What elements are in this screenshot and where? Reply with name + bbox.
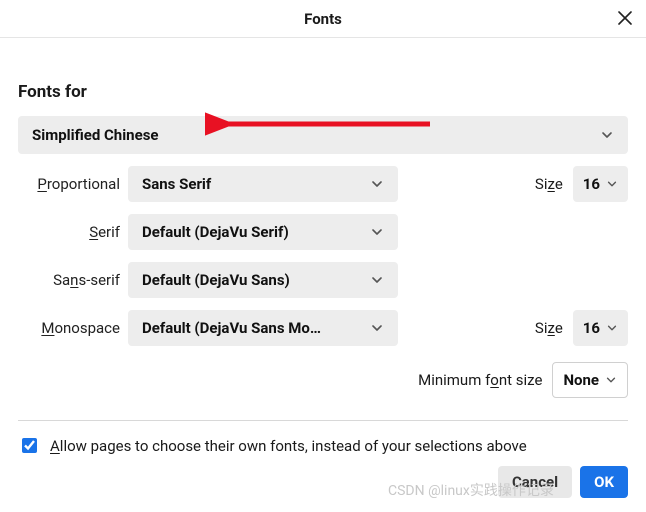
monospace-size-value: 16 <box>583 319 600 337</box>
serif-select[interactable]: Default (DejaVu Serif) <box>128 214 398 250</box>
section-title: Fonts for <box>18 82 628 102</box>
proportional-size-value: 16 <box>583 175 600 193</box>
proportional-size-select[interactable]: 16 <box>573 166 628 202</box>
chevron-down-icon <box>370 273 384 287</box>
sans-serif-label: Sans-serif <box>18 271 128 289</box>
chevron-down-icon <box>606 322 618 334</box>
allow-pages-checkbox[interactable] <box>22 438 37 453</box>
chevron-down-icon <box>370 321 384 335</box>
proportional-label: Proportional <box>18 175 128 193</box>
cancel-button[interactable]: Cancel <box>498 466 572 498</box>
fonts-for-value: Simplified Chinese <box>32 126 159 144</box>
sans-serif-value: Default (DejaVu Sans) <box>142 271 290 289</box>
size-label: Size <box>535 319 563 337</box>
close-icon <box>618 10 632 29</box>
allow-pages-checkbox-row[interactable]: Allow pages to choose their own fonts, i… <box>18 435 628 456</box>
fonts-for-select[interactable]: Simplified Chinese <box>18 116 628 154</box>
close-button[interactable] <box>614 8 636 30</box>
min-font-size-label: Minimum font size <box>418 371 542 389</box>
dialog-footer: Cancel OK <box>498 466 628 498</box>
dialog-header: Fonts <box>0 0 646 38</box>
divider <box>18 420 628 421</box>
size-label: Size <box>535 175 563 193</box>
serif-label: Serif <box>18 223 128 241</box>
chevron-down-icon <box>600 128 614 142</box>
monospace-value: Default (DejaVu Sans Mo… <box>142 319 321 337</box>
monospace-select[interactable]: Default (DejaVu Sans Mo… <box>128 310 398 346</box>
min-font-size-select[interactable]: None <box>552 362 628 398</box>
allow-pages-label: Allow pages to choose their own fonts, i… <box>50 437 527 455</box>
chevron-down-icon <box>606 178 618 190</box>
proportional-value: Sans Serif <box>142 175 211 193</box>
sans-serif-select[interactable]: Default (DejaVu Sans) <box>128 262 398 298</box>
monospace-size-select[interactable]: 16 <box>573 310 628 346</box>
min-font-size-value: None <box>563 371 599 389</box>
chevron-down-icon <box>370 177 384 191</box>
dialog-title: Fonts <box>304 10 342 28</box>
serif-value: Default (DejaVu Serif) <box>142 223 289 241</box>
chevron-down-icon <box>605 374 617 386</box>
proportional-select[interactable]: Sans Serif <box>128 166 398 202</box>
monospace-label: Monospace <box>18 319 128 337</box>
ok-button[interactable]: OK <box>580 466 628 498</box>
chevron-down-icon <box>370 225 384 239</box>
